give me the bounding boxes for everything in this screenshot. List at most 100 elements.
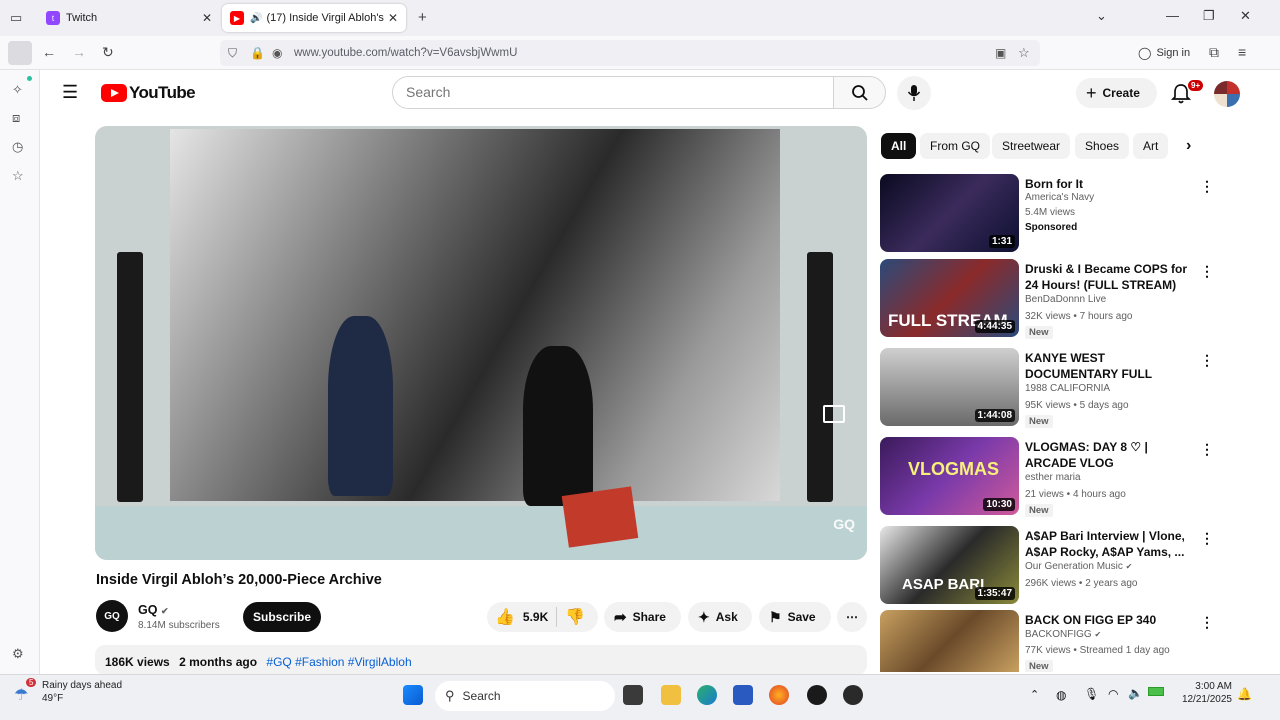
recommendation-item[interactable]: VLOGMAS 10:30 VLOGMAS: DAY 8 ♡ | ARCADE … bbox=[880, 437, 1220, 517]
windows-start-icon[interactable] bbox=[403, 685, 423, 705]
video-thumbnail[interactable] bbox=[880, 610, 1019, 672]
chip-all[interactable]: All bbox=[881, 133, 917, 159]
settings-gear-icon[interactable]: ⚙ bbox=[12, 646, 24, 662]
tab-twitch[interactable]: t Twitch ✕ bbox=[38, 4, 220, 32]
new-tab-icon[interactable]: + bbox=[418, 9, 427, 26]
forward-icon[interactable]: → bbox=[72, 44, 86, 60]
chatgpt-app-icon[interactable] bbox=[807, 685, 827, 705]
recommendation-channel[interactable]: esther maria bbox=[1025, 472, 1081, 483]
tab-list-icon[interactable]: ▭ bbox=[10, 10, 22, 26]
tray-app-icon[interactable]: ◍ bbox=[1056, 688, 1066, 702]
recommendation-channel[interactable]: BenDaDonnn Live bbox=[1025, 294, 1106, 305]
file-explorer-icon[interactable] bbox=[661, 685, 681, 705]
voice-search-button[interactable] bbox=[897, 76, 931, 110]
obs-icon[interactable] bbox=[843, 685, 863, 705]
sidebar-toggle-icon[interactable] bbox=[8, 41, 32, 65]
recommendation-channel[interactable]: BACKONFIGG ✔ bbox=[1025, 629, 1101, 640]
create-button[interactable]: + Create bbox=[1076, 78, 1157, 108]
recommendation-item[interactable]: 1:44:08 KANYE WEST DOCUMENTARY FULL 1988… bbox=[880, 348, 1220, 428]
more-vertical-icon[interactable]: ⋮ bbox=[1200, 263, 1214, 280]
menu-icon[interactable]: ≡ bbox=[1238, 44, 1246, 60]
weather-rain-icon[interactable]: ☂ bbox=[14, 685, 28, 705]
task-view-icon[interactable] bbox=[623, 685, 643, 705]
recommendation-item[interactable]: 1:31 Born for It America's Navy 5.4M vie… bbox=[880, 174, 1220, 254]
search-input[interactable] bbox=[406, 84, 806, 100]
address-bar[interactable]: ⛉ 🔒 ◉ www.youtube.com/watch?v=V6avsbjWwm… bbox=[220, 40, 1040, 66]
video-thumbnail[interactable]: FULL STREAM 4:44:35 bbox=[880, 259, 1019, 337]
system-clock[interactable]: 3:00 AM 12/21/2025 bbox=[1170, 680, 1232, 706]
more-vertical-icon[interactable]: ⋮ bbox=[1200, 441, 1214, 458]
store-icon[interactable] bbox=[733, 685, 753, 705]
recommendation-item[interactable]: BACK ON FIGG EP 340 BACKONFIGG ✔ 77K vie… bbox=[880, 610, 1220, 672]
extensions-icon[interactable]: ⧉ bbox=[1209, 44, 1219, 61]
microphone-icon[interactable]: 🎙 bbox=[1084, 687, 1099, 701]
user-avatar[interactable] bbox=[1214, 81, 1240, 107]
description-box[interactable]: 186K views 2 months ago #GQ #Fashion #Vi… bbox=[95, 645, 867, 675]
save-button[interactable]: ⚑ Save bbox=[759, 602, 831, 632]
reload-icon[interactable]: ↻ bbox=[102, 44, 114, 61]
chip-from-gq[interactable]: From GQ bbox=[920, 133, 990, 159]
synced-tabs-icon[interactable]: ⧈ bbox=[12, 110, 20, 126]
recommendation-channel[interactable]: 1988 CALIFORNIA bbox=[1025, 383, 1110, 394]
tray-chevron-up-icon[interactable]: ⌃ bbox=[1030, 688, 1039, 701]
notification-center-icon[interactable]: 🔔 bbox=[1237, 687, 1252, 701]
recommendation-title[interactable]: BACK ON FIGG EP 340 bbox=[1025, 612, 1195, 628]
youtube-logo[interactable]: YouTube bbox=[101, 83, 196, 103]
history-icon[interactable]: ◷ bbox=[12, 139, 23, 155]
video-thumbnail[interactable]: VLOGMAS 10:30 bbox=[880, 437, 1019, 515]
translate-icon[interactable]: ▣ bbox=[995, 46, 1006, 60]
video-player[interactable]: GQ bbox=[95, 126, 867, 560]
back-icon[interactable]: ← bbox=[42, 44, 56, 60]
video-thumbnail[interactable]: ASAP BARI 1:35:47 bbox=[880, 526, 1019, 604]
volume-icon[interactable]: 🔈 bbox=[1128, 686, 1143, 700]
wifi-icon[interactable]: ◠ bbox=[1108, 687, 1118, 701]
battery-icon[interactable] bbox=[1148, 687, 1164, 696]
url-text[interactable]: www.youtube.com/watch?v=V6avsbjWwmU bbox=[294, 47, 517, 59]
tab-youtube[interactable]: ▶ 🔊 (17) Inside Virgil Abloh's 20, ✕ bbox=[222, 4, 406, 32]
search-button[interactable] bbox=[833, 76, 886, 109]
more-actions-button[interactable]: ⋯ bbox=[837, 602, 867, 632]
ask-button[interactable]: ✦ Ask bbox=[688, 602, 752, 632]
recommendation-item[interactable]: FULL STREAM 4:44:35 Druski & I Became CO… bbox=[880, 259, 1220, 339]
minimize-icon[interactable]: — bbox=[1166, 8, 1179, 23]
chevron-right-icon[interactable]: › bbox=[1186, 137, 1191, 155]
weather-widget[interactable]: Rainy days ahead 49°F bbox=[42, 679, 122, 705]
taskbar-search[interactable]: ⚲ Search bbox=[435, 681, 615, 711]
bookmarks-icon[interactable]: ☆ bbox=[12, 168, 24, 184]
recommendation-title[interactable]: Born for It bbox=[1025, 176, 1195, 192]
miniplayer-icon[interactable] bbox=[823, 405, 845, 423]
channel-avatar[interactable]: GQ bbox=[96, 600, 128, 632]
hashtags[interactable]: #GQ #Fashion #VirgilAbloh bbox=[266, 655, 411, 669]
list-tabs-icon[interactable]: ⌄ bbox=[1096, 8, 1107, 24]
video-thumbnail[interactable]: 1:44:08 bbox=[880, 348, 1019, 426]
lock-icon[interactable]: 🔒 bbox=[250, 46, 265, 60]
subscribe-button[interactable]: Subscribe bbox=[243, 602, 321, 632]
more-vertical-icon[interactable]: ⋮ bbox=[1200, 178, 1214, 195]
ai-sparkle-icon[interactable]: ✧ bbox=[12, 82, 23, 98]
close-tab-icon[interactable]: ✕ bbox=[388, 11, 398, 25]
recommendation-title[interactable]: A$AP Bari Interview | Vlone, A$AP Rocky,… bbox=[1025, 528, 1195, 560]
recommendation-item[interactable]: ASAP BARI 1:35:47 A$AP Bari Interview | … bbox=[880, 526, 1220, 606]
sign-in-button[interactable]: ◯ Sign in bbox=[1138, 41, 1190, 65]
recommendation-channel[interactable]: America's Navy bbox=[1025, 192, 1094, 203]
recommendation-channel[interactable]: Our Generation Music ✔ bbox=[1025, 561, 1132, 572]
edge-browser-icon[interactable] bbox=[697, 685, 717, 705]
close-tab-icon[interactable]: ✕ bbox=[202, 11, 212, 25]
permissions-icon[interactable]: ◉ bbox=[272, 46, 282, 60]
thumbs-down-icon[interactable]: 👎 bbox=[565, 607, 585, 627]
recommendation-title[interactable]: KANYE WEST DOCUMENTARY FULL bbox=[1025, 350, 1195, 382]
share-button[interactable]: ➦ Share bbox=[604, 602, 681, 632]
more-vertical-icon[interactable]: ⋮ bbox=[1200, 614, 1214, 631]
thumbs-up-icon[interactable]: 👍 bbox=[495, 607, 515, 627]
like-count[interactable]: 5.9K bbox=[523, 610, 548, 624]
chip-shoes[interactable]: Shoes bbox=[1075, 133, 1130, 159]
close-window-icon[interactable]: ✕ bbox=[1240, 8, 1251, 24]
more-vertical-icon[interactable]: ⋮ bbox=[1200, 352, 1214, 369]
recommendation-title[interactable]: VLOGMAS: DAY 8 ♡ | ARCADE VLOG bbox=[1025, 439, 1195, 471]
more-vertical-icon[interactable]: ⋮ bbox=[1200, 530, 1214, 547]
speaker-icon[interactable]: 🔊 bbox=[250, 13, 262, 24]
recommendation-title[interactable]: Druski & I Became COPS for 24 Hours! (FU… bbox=[1025, 261, 1195, 293]
chip-streetwear[interactable]: Streetwear bbox=[992, 133, 1071, 159]
channel-name[interactable]: GQ ✔ bbox=[138, 603, 168, 617]
chip-art[interactable]: Art bbox=[1133, 133, 1169, 159]
